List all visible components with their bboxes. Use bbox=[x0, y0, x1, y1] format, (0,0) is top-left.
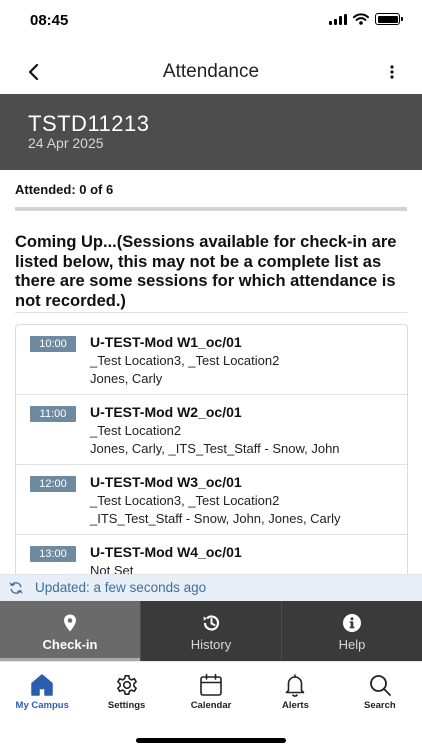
bottom-nav: My Campus Settings Calendar Alerts Searc… bbox=[0, 661, 422, 721]
session-time-badge: 10:00 bbox=[30, 336, 76, 352]
updated-bar[interactable]: Updated: a few seconds ago bbox=[0, 574, 422, 601]
tab-label: Check-in bbox=[42, 637, 98, 652]
home-icon bbox=[31, 674, 53, 696]
calendar-icon bbox=[200, 673, 222, 696]
page-title: Attendance bbox=[162, 61, 260, 82]
divider bbox=[15, 207, 407, 211]
nav-search[interactable]: Search bbox=[338, 662, 422, 721]
course-header: TSTD11213 24 Apr 2025 bbox=[0, 94, 422, 170]
divider bbox=[15, 312, 407, 313]
session-location: _Test Location2 bbox=[90, 423, 182, 438]
session-row[interactable]: 11:00 U-TEST-Mod W2_oc/01 _Test Location… bbox=[16, 395, 407, 465]
session-staff: Jones, Carly, _ITS_Test_Staff - Snow, Jo… bbox=[90, 441, 340, 456]
session-time-badge: 13:00 bbox=[30, 546, 76, 562]
course-code: TSTD11213 bbox=[28, 111, 150, 136]
tab-label: Help bbox=[338, 637, 366, 652]
attended-count: Attended: 0 of 6 bbox=[15, 182, 114, 197]
coming-up-heading: Coming Up...(Sessions available for chec… bbox=[15, 233, 397, 310]
search-icon bbox=[369, 675, 391, 696]
nav-label: My Campus bbox=[15, 700, 69, 711]
nav-label: Alerts bbox=[281, 700, 309, 711]
battery-icon bbox=[375, 13, 403, 25]
wifi-icon bbox=[353, 13, 369, 25]
tab-history[interactable]: History bbox=[141, 601, 282, 661]
nav-label: Calendar bbox=[190, 700, 232, 711]
session-row[interactable]: 12:00 U-TEST-Mod W3_oc/01 _Test Location… bbox=[16, 465, 407, 535]
nav-alerts[interactable]: Alerts bbox=[253, 662, 337, 721]
history-icon bbox=[203, 615, 220, 631]
updated-text: Updated: a few seconds ago bbox=[35, 580, 207, 595]
cellular-signal-icon bbox=[329, 13, 347, 25]
gear-icon bbox=[116, 674, 137, 695]
session-staff: _ITS_Test_Staff - Snow, John, Jones, Car… bbox=[90, 511, 341, 526]
nav-settings[interactable]: Settings bbox=[84, 662, 168, 721]
more-vertical-icon[interactable] bbox=[388, 62, 396, 82]
session-row[interactable]: 10:00 U-TEST-Mod W1_oc/01 _Test Location… bbox=[16, 325, 407, 395]
bell-icon bbox=[286, 674, 305, 697]
nav-calendar[interactable]: Calendar bbox=[169, 662, 253, 721]
session-row[interactable]: 13:00 U-TEST-Mod W4_oc/01 Not Set bbox=[16, 535, 407, 574]
session-location: _Test Location3, _Test Location2 bbox=[90, 353, 280, 368]
status-bar: 08:45 bbox=[0, 0, 422, 44]
session-title: U-TEST-Mod W1_oc/01 bbox=[90, 334, 242, 350]
session-time-badge: 12:00 bbox=[30, 476, 76, 492]
session-title: U-TEST-Mod W3_oc/01 bbox=[90, 474, 242, 490]
tab-help[interactable]: Help bbox=[282, 601, 422, 661]
nav-my-campus[interactable]: My Campus bbox=[0, 662, 84, 721]
info-icon bbox=[343, 614, 361, 632]
refresh-icon[interactable] bbox=[9, 581, 23, 595]
location-pin-icon bbox=[64, 614, 76, 632]
session-title: U-TEST-Mod W4_oc/01 bbox=[90, 544, 242, 560]
session-location: _Test Location3, _Test Location2 bbox=[90, 493, 280, 508]
session-location: Not Set bbox=[90, 563, 134, 574]
nav-label: Settings bbox=[107, 700, 146, 711]
nav-bar: Attendance bbox=[0, 50, 422, 94]
tab-label: History bbox=[190, 637, 232, 652]
status-time: 08:45 bbox=[30, 12, 69, 29]
tab-check-in[interactable]: Check-in bbox=[0, 601, 141, 661]
course-date: 24 Apr 2025 bbox=[28, 135, 104, 151]
section-tabs: Check-in History Help bbox=[0, 601, 422, 661]
session-time-badge: 11:00 bbox=[30, 406, 76, 422]
session-title: U-TEST-Mod W2_oc/01 bbox=[90, 404, 242, 420]
session-list[interactable]: 10:00 U-TEST-Mod W1_oc/01 _Test Location… bbox=[15, 324, 408, 574]
status-icons bbox=[329, 13, 403, 25]
nav-label: Search bbox=[363, 700, 396, 711]
home-indicator bbox=[136, 738, 286, 743]
session-staff: Jones, Carly bbox=[90, 371, 163, 386]
